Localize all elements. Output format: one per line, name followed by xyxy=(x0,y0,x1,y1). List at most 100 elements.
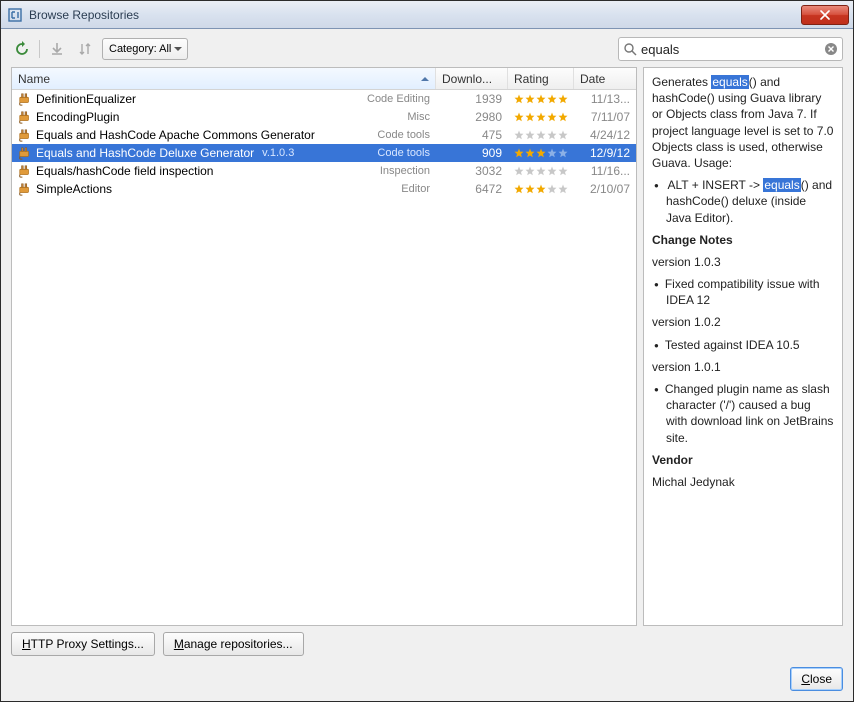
plugin-date: 7/11/07 xyxy=(574,110,636,124)
plugin-downloads: 2980 xyxy=(436,110,508,124)
toolbar: Category: All xyxy=(11,37,843,61)
change-notes-heading: Change Notes xyxy=(652,233,733,247)
app-icon xyxy=(7,7,23,23)
titlebar: Browse Repositories xyxy=(1,1,853,29)
star-icon xyxy=(525,112,535,122)
column-header-downloads[interactable]: Downlo... xyxy=(436,68,508,89)
plugin-name: Equals/hashCode field inspection xyxy=(36,164,213,178)
column-header-date[interactable]: Date xyxy=(574,68,636,89)
star-icon xyxy=(514,94,524,104)
bottom-button-row: HHTTP Proxy Settings...TTP Proxy Setting… xyxy=(11,632,843,656)
version-label: version 1.0.3 xyxy=(652,254,834,270)
manage-repositories-button[interactable]: Manage repositories...Manage repositorie… xyxy=(163,632,304,656)
category-dropdown-label: Category: All xyxy=(109,43,171,55)
plugin-name: Equals and HashCode Deluxe Generator xyxy=(36,146,254,160)
plugin-category: Editor xyxy=(401,183,430,195)
version-label: version 1.0.1 xyxy=(652,359,834,375)
star-icon xyxy=(525,148,535,158)
star-icon xyxy=(536,112,546,122)
plugin-rating xyxy=(508,112,574,122)
plugin-downloads: 6472 xyxy=(436,182,508,196)
dialog-footer: CloseClose xyxy=(11,662,843,691)
plugin-category: Code tools xyxy=(377,147,430,159)
star-icon xyxy=(525,130,535,140)
star-icon xyxy=(525,94,535,104)
version-label: version 1.0.2 xyxy=(652,314,834,330)
plugin-detail-panel: Generates equals() and hashCode() using … xyxy=(643,67,843,626)
plugin-date: 11/16... xyxy=(574,164,636,178)
search-field[interactable] xyxy=(618,37,843,61)
star-icon xyxy=(536,130,546,140)
star-icon xyxy=(536,94,546,104)
dialog-content: Category: All Name Downlo... Rating Date xyxy=(1,29,853,701)
star-icon xyxy=(547,148,557,158)
plugin-table: Name Downlo... Rating Date DefinitionEqu… xyxy=(11,67,637,626)
highlight: equals xyxy=(711,75,748,89)
star-icon xyxy=(514,166,524,176)
changelog-item: Fixed compatibility issue with IDEA 12 xyxy=(666,276,834,308)
star-icon xyxy=(514,184,524,194)
star-icon xyxy=(514,112,524,122)
plugin-icon xyxy=(18,164,32,178)
plugin-name: EncodingPlugin xyxy=(36,110,119,124)
plugin-rating xyxy=(508,130,574,140)
star-icon xyxy=(514,130,524,140)
refresh-icon xyxy=(14,41,30,57)
plugin-rating xyxy=(508,148,574,158)
star-icon xyxy=(547,112,557,122)
table-row[interactable]: SimpleActions Editor 6472 2/10/07 xyxy=(12,180,636,198)
column-header-name[interactable]: Name xyxy=(12,68,436,89)
sort-button xyxy=(74,38,96,60)
separator xyxy=(39,40,40,58)
table-row[interactable]: EncodingPlugin Misc 2980 7/11/07 xyxy=(12,108,636,126)
close-button[interactable]: CloseClose xyxy=(790,667,843,691)
search-input[interactable] xyxy=(637,42,824,57)
changelog-item: Tested against IDEA 10.5 xyxy=(666,337,834,353)
plugin-category: Code Editing xyxy=(367,93,430,105)
refresh-button[interactable] xyxy=(11,38,33,60)
star-icon xyxy=(558,112,568,122)
window-close-button[interactable] xyxy=(801,5,849,25)
window-title: Browse Repositories xyxy=(29,8,801,22)
table-row[interactable]: Equals/hashCode field inspection Inspecti… xyxy=(12,162,636,180)
star-icon xyxy=(558,94,568,104)
vendor-heading: Vendor xyxy=(652,453,693,467)
plugin-category: Inspection xyxy=(380,165,430,177)
changelog-item: Changed plugin name as slash character (… xyxy=(666,381,834,446)
star-icon xyxy=(547,94,557,104)
sort-indicator-icon xyxy=(421,73,429,81)
star-icon xyxy=(547,130,557,140)
star-icon xyxy=(525,166,535,176)
table-row[interactable]: Equals and HashCode Deluxe Generator v.1.… xyxy=(12,144,636,162)
column-header-rating[interactable]: Rating xyxy=(508,68,574,89)
plugin-date: 11/13... xyxy=(574,92,636,106)
highlight: equals xyxy=(763,178,800,192)
category-dropdown[interactable]: Category: All xyxy=(102,38,188,60)
star-icon xyxy=(536,166,546,176)
star-icon xyxy=(547,184,557,194)
plugin-downloads: 475 xyxy=(436,128,508,142)
table-row[interactable]: DefinitionEqualizer Code Editing 1939 11/13… xyxy=(12,90,636,108)
plugin-category: Misc xyxy=(407,111,430,123)
main-area: Name Downlo... Rating Date DefinitionEqu… xyxy=(11,67,843,626)
http-proxy-settings-button[interactable]: HHTTP Proxy Settings...TTP Proxy Setting… xyxy=(11,632,155,656)
plugin-name: SimpleActions xyxy=(36,182,112,196)
plugin-category: Code tools xyxy=(377,129,430,141)
star-icon xyxy=(547,166,557,176)
star-icon xyxy=(558,184,568,194)
vendor-name: Michal Jedynak xyxy=(652,474,834,490)
download-button xyxy=(46,38,68,60)
plugin-name: DefinitionEqualizer xyxy=(36,92,136,106)
plugin-rating xyxy=(508,94,574,104)
table-row[interactable]: Equals and HashCode Apache Commons Gener… xyxy=(12,126,636,144)
star-icon xyxy=(525,184,535,194)
plugin-date: 2/10/07 xyxy=(574,182,636,196)
clear-search-icon[interactable] xyxy=(824,42,838,56)
dialog-window: Browse Repositories Category: All xyxy=(0,0,854,702)
plugin-icon xyxy=(18,92,32,106)
plugin-icon xyxy=(18,110,32,124)
plugin-version: v.1.0.3 xyxy=(262,147,294,159)
plugin-icon xyxy=(18,128,32,142)
plugin-downloads: 1939 xyxy=(436,92,508,106)
plugin-rating xyxy=(508,166,574,176)
